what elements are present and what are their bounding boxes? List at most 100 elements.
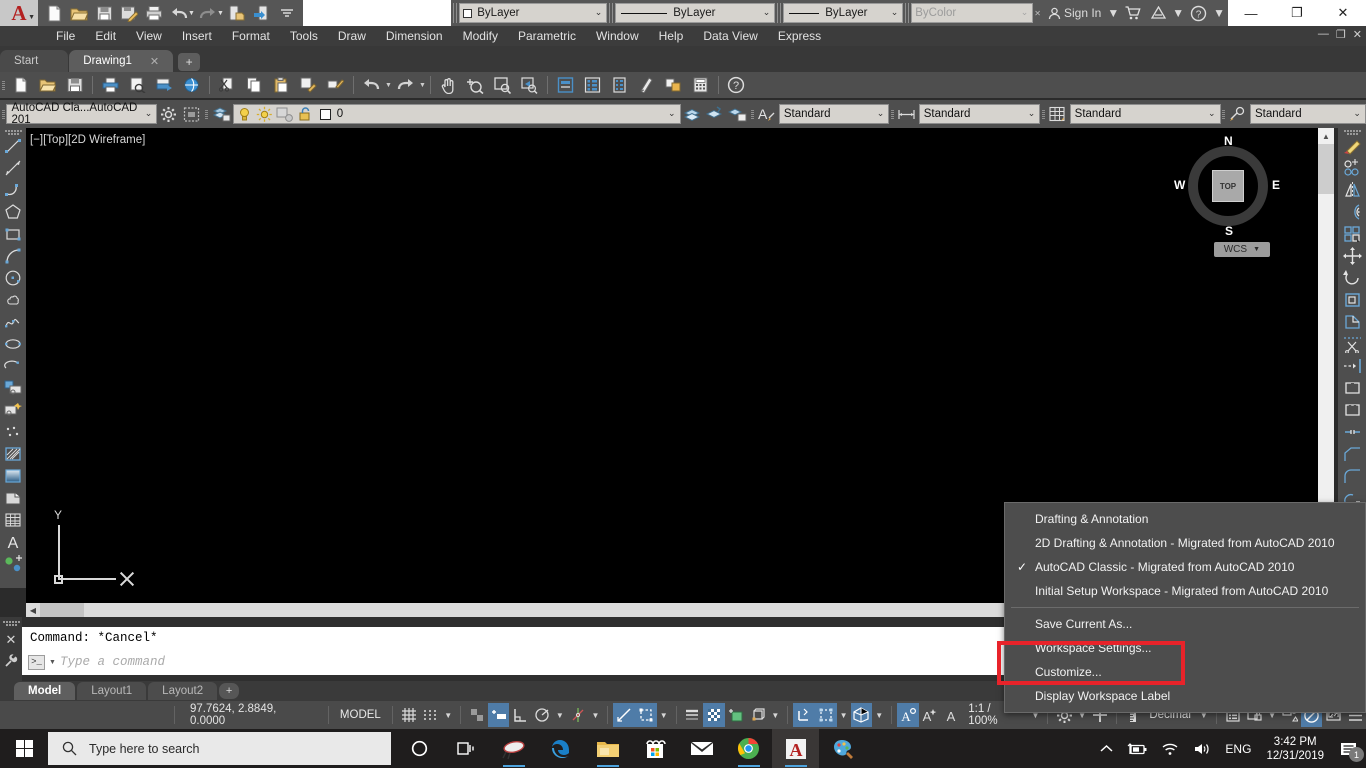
- annotation-scale-icon[interactable]: A: [941, 703, 963, 727]
- object-snap-tracking-toggle[interactable]: [613, 703, 636, 727]
- point-icon[interactable]: [1, 421, 25, 443]
- new-layout-button[interactable]: +: [219, 683, 240, 699]
- linetype-control[interactable]: ByLayer ⌄: [615, 3, 776, 23]
- mail-icon[interactable]: [678, 729, 725, 768]
- plot-icon[interactable]: [142, 2, 166, 24]
- chamfer-icon[interactable]: [1340, 443, 1364, 465]
- view-cube-east-label[interactable]: E: [1272, 178, 1280, 192]
- sign-in-dropdown-icon[interactable]: ▼: [1107, 6, 1119, 20]
- layout-tab-layout2[interactable]: Layout2: [148, 682, 218, 700]
- polar-dropdown-icon[interactable]: ▼: [553, 711, 567, 720]
- mirror-icon[interactable]: [1340, 179, 1364, 201]
- qat-more-icon[interactable]: [275, 2, 299, 24]
- layout-tab-model[interactable]: Model: [14, 682, 76, 700]
- language-indicator[interactable]: ENG: [1218, 742, 1258, 756]
- store-dropdown-icon[interactable]: ▼: [1172, 6, 1184, 20]
- multiline-text-icon[interactable]: A: [1, 531, 25, 553]
- layer-control[interactable]: 0 ⌄: [232, 104, 681, 124]
- open-icon[interactable]: [34, 73, 61, 97]
- table-style-control[interactable]: Standard ⌄: [1069, 104, 1221, 124]
- break-at-point-icon[interactable]: [1340, 377, 1364, 399]
- osnap-dropdown-icon[interactable]: ▼: [657, 711, 671, 720]
- chrome-icon[interactable]: [725, 729, 772, 768]
- table-icon[interactable]: [1, 509, 25, 531]
- help-button[interactable]: ?: [1186, 2, 1211, 24]
- minimize-button[interactable]: —: [1228, 0, 1274, 26]
- autocad-icon[interactable]: A: [772, 729, 819, 768]
- new-file-icon[interactable]: [42, 2, 66, 24]
- view-cube[interactable]: TOP N S E W: [1174, 134, 1280, 238]
- copy-icon[interactable]: [241, 73, 268, 97]
- close-icon[interactable]: ✕: [150, 55, 159, 68]
- coordinates-display[interactable]: 97.7624, 2.8849, 0.0000: [180, 703, 323, 727]
- circle-icon[interactable]: [1, 267, 25, 289]
- markup-icon[interactable]: [660, 73, 687, 97]
- matchprop-icon[interactable]: [295, 73, 322, 97]
- transparency-display-toggle[interactable]: [703, 703, 726, 727]
- polygon-icon[interactable]: [1, 201, 25, 223]
- dynamic-ucs-toggle[interactable]: [793, 703, 815, 727]
- menu-item-insert[interactable]: Insert: [172, 26, 222, 46]
- command-input-placeholder[interactable]: Type a command: [60, 655, 165, 669]
- plot-icon[interactable]: [97, 73, 124, 97]
- layer-previous-icon[interactable]: [681, 102, 704, 126]
- spline-icon[interactable]: [1, 311, 25, 333]
- hatch-icon[interactable]: [1, 443, 25, 465]
- mleader-style-control[interactable]: Standard ⌄: [1249, 104, 1366, 124]
- menu-item-view[interactable]: View: [126, 26, 172, 46]
- autodesk-app-button[interactable]: [1147, 2, 1170, 24]
- clock[interactable]: 3:42 PM 12/31/2019: [1258, 735, 1332, 763]
- fillet-icon[interactable]: [1340, 465, 1364, 487]
- join-icon[interactable]: [1340, 421, 1364, 443]
- offset-icon[interactable]: [1340, 201, 1364, 223]
- move-icon[interactable]: [1340, 245, 1364, 267]
- arc-icon[interactable]: [1, 245, 25, 267]
- menu-item-express[interactable]: Express: [768, 26, 831, 46]
- view-cube-north-label[interactable]: N: [1224, 134, 1233, 148]
- selection-filtering-toggle[interactable]: [814, 703, 837, 727]
- command-drag-handle[interactable]: [2, 619, 20, 626]
- toolbar-grip[interactable]: [453, 3, 458, 23]
- polar-tracking-toggle[interactable]: [531, 703, 553, 727]
- layer-properties-icon[interactable]: [210, 102, 233, 126]
- help-icon[interactable]: ?: [723, 73, 750, 97]
- menu-item-file[interactable]: File: [46, 26, 85, 46]
- paste-icon[interactable]: [268, 73, 295, 97]
- file-explorer-icon[interactable]: [584, 729, 631, 768]
- open-file-icon[interactable]: [67, 2, 91, 24]
- trim-icon[interactable]: [1340, 333, 1364, 355]
- workspace-selector[interactable]: AutoCAD Cla...AutoCAD 201 ⌄: [6, 102, 158, 126]
- rectangle-icon[interactable]: [1, 223, 25, 245]
- save-to-web-icon[interactable]: [250, 2, 274, 24]
- qnew-icon[interactable]: [7, 73, 34, 97]
- toolbar-handle[interactable]: [4, 128, 22, 135]
- start-button[interactable]: [0, 729, 48, 768]
- tool-palettes-icon[interactable]: [606, 73, 633, 97]
- color-control[interactable]: ByLayer ⌄: [459, 3, 608, 23]
- blockeditor-icon[interactable]: [322, 73, 349, 97]
- microsoft-store-icon[interactable]: [631, 729, 678, 768]
- ortho-mode-toggle[interactable]: [509, 703, 531, 727]
- erase-icon[interactable]: [1340, 135, 1364, 157]
- scroll-up-icon[interactable]: ▲: [1318, 128, 1334, 144]
- redo-icon[interactable]: [392, 73, 419, 97]
- model-space-button[interactable]: MODEL: [334, 709, 387, 721]
- snip-sketch-icon[interactable]: [490, 729, 537, 768]
- 3dosnap-dropdown-icon[interactable]: ▼: [768, 711, 782, 720]
- copy-object-icon[interactable]: [1340, 157, 1364, 179]
- file-tab-start[interactable]: Start: [0, 50, 69, 72]
- ellipse-icon[interactable]: [1, 333, 25, 355]
- chevron-down-icon[interactable]: ▼: [49, 659, 56, 666]
- selection-cycling-toggle[interactable]: [725, 703, 747, 727]
- close-toolbar-icon[interactable]: ✕: [1034, 9, 1041, 18]
- new-drawing-tab-button[interactable]: +: [178, 53, 201, 71]
- toolbar-handle[interactable]: [1343, 128, 1361, 135]
- menu-item-window[interactable]: Window: [586, 26, 649, 46]
- help-dropdown-icon[interactable]: ▼: [1213, 6, 1225, 20]
- view-cube-top-face[interactable]: TOP: [1212, 170, 1244, 202]
- dynamic-input-toggle[interactable]: [487, 703, 510, 727]
- paint-icon[interactable]: [819, 729, 866, 768]
- volume-icon[interactable]: [1186, 742, 1218, 756]
- menu-item-tools[interactable]: Tools: [280, 26, 328, 46]
- table-style-icon[interactable]: [1047, 102, 1070, 126]
